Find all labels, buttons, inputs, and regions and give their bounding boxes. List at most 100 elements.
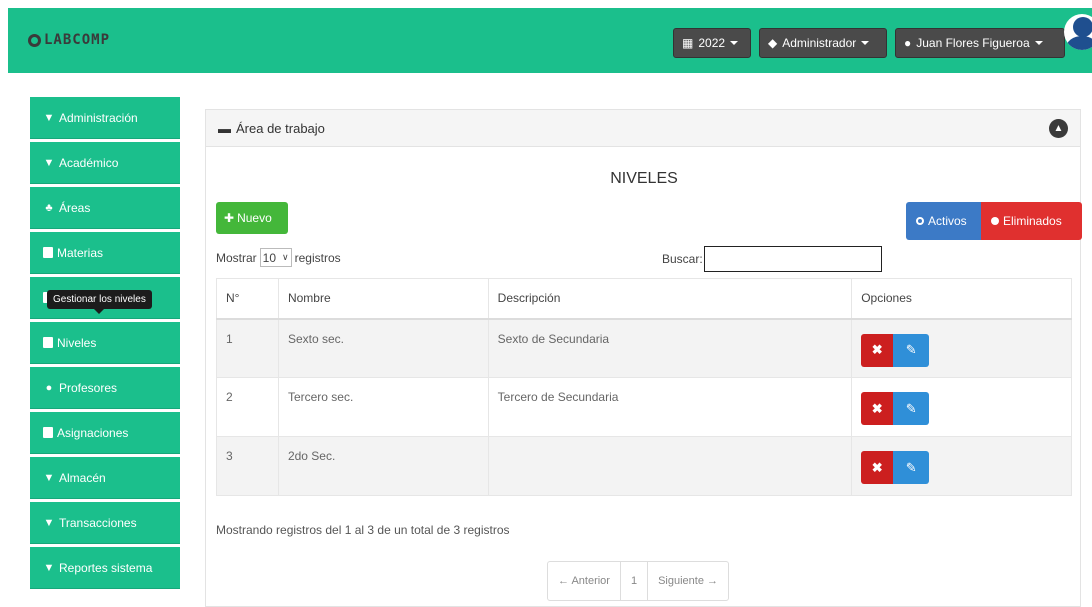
chevron-down-icon: ▼ — [43, 156, 55, 169]
eliminados-label: Eliminados — [1003, 214, 1062, 228]
role-dropdown[interactable]: ◆ Administrador — [759, 28, 887, 58]
sidebar-item-label: Transacciones — [59, 515, 137, 530]
caret-down-icon — [730, 41, 739, 45]
sidebar-item-almacen[interactable]: ▼ Almacén — [30, 457, 180, 499]
search-input[interactable] — [703, 246, 882, 272]
delete-button[interactable]: ✖ — [861, 392, 894, 425]
column-header-opciones[interactable]: Opciones — [851, 278, 1072, 320]
users-icon: ♣ — [45, 201, 53, 214]
close-icon: ✖ — [871, 459, 883, 475]
edit-button[interactable]: ✎ — [893, 333, 930, 367]
circle-outline-icon — [916, 217, 924, 225]
cell-n: 3 — [216, 436, 279, 496]
cell-n: 1 — [216, 318, 279, 378]
new-button[interactable]: ✚ Nuevo — [216, 202, 288, 234]
brand-name: LABCOMP — [44, 32, 111, 48]
sidebar-item-areas[interactable]: ♣ Áreas — [30, 187, 180, 229]
close-icon: ✖ — [871, 342, 883, 357]
chevron-down-icon: ∨ — [282, 252, 289, 262]
avatar-body — [1066, 36, 1092, 50]
bookmark-icon — [43, 337, 53, 348]
page-length-value: 10 — [262, 250, 277, 265]
cell-descripcion: Sexto de Secundaria — [487, 318, 853, 378]
sidebar-item-materias[interactable]: Materias — [30, 232, 180, 274]
edit-icon: ✎ — [905, 342, 917, 357]
page-number-button[interactable]: 1 — [621, 562, 649, 600]
column-header-descripcion[interactable]: Descripción — [487, 278, 853, 320]
column-header-n[interactable]: N° — [216, 278, 279, 320]
briefcase-icon: ▬ — [218, 120, 231, 136]
cell-descripcion — [487, 436, 853, 496]
sidebar-item-academico[interactable]: ▼ Académico — [30, 142, 180, 184]
cell-nombre: Tercero sec. — [277, 377, 489, 437]
chevron-down-icon: ▼ — [43, 111, 55, 124]
table-info: Mostrando registros del 1 al 3 de un tot… — [216, 523, 510, 537]
user-label: Juan Flores Figueroa — [916, 36, 1030, 50]
page-length-control: Mostrar 10 ∨ registros — [216, 248, 341, 267]
cell-nombre: Sexto sec. — [277, 318, 489, 378]
cell-descripcion: Tercero de Secundaria — [487, 377, 853, 437]
panel-title: Área de trabajo — [236, 120, 325, 136]
sidebar-item-label: Asignaciones — [57, 425, 129, 440]
table-header-row: N° Nombre Descripción Opciones — [216, 278, 1072, 320]
avatar-head — [1073, 17, 1092, 37]
book-icon — [43, 247, 53, 258]
delete-button[interactable]: ✖ — [861, 451, 894, 484]
sidebar-item-transacciones[interactable]: ▼ Transacciones — [30, 502, 180, 544]
circle-icon — [991, 217, 999, 225]
role-label: Administrador — [782, 36, 857, 50]
show-suffix: registros — [294, 250, 341, 265]
globe-icon — [28, 33, 41, 47]
search-control: Buscar: — [662, 246, 882, 272]
sidebar-item-profesores[interactable]: ● Profesores — [30, 367, 180, 409]
table-row: 1 Sexto sec. Sexto de Secundaria ✖ ✎ — [216, 318, 1072, 378]
avatar[interactable] — [1064, 14, 1092, 50]
chevron-up-icon: ▲ — [1053, 123, 1064, 134]
table-row: 2 Tercero sec. Tercero de Secundaria ✖ ✎ — [216, 377, 1072, 437]
sidebar: ▼ Administración ▼ Académico ♣ Áreas Materi… — [30, 97, 180, 592]
column-header-nombre[interactable]: Nombre — [277, 278, 489, 320]
sidebar-tooltip: Gestionar los niveles — [47, 290, 152, 314]
search-label: Buscar: — [662, 252, 703, 266]
sidebar-item-reportes[interactable]: ▼ Reportes sistema — [30, 547, 180, 589]
edit-icon: ✎ — [905, 459, 917, 475]
edit-button[interactable]: ✎ — [893, 451, 930, 484]
edit-button[interactable]: ✎ — [893, 392, 930, 425]
chevron-down-icon: ▼ — [43, 561, 55, 574]
filter-activos-button[interactable]: Activos — [906, 202, 981, 240]
sidebar-item-label: Niveles — [57, 335, 97, 350]
close-icon: ✖ — [871, 400, 883, 416]
page-length-select[interactable]: 10 ∨ — [259, 248, 292, 267]
cell-opciones: ✖ ✎ — [851, 377, 1072, 437]
chevron-down-icon: ▼ — [43, 471, 55, 484]
sidebar-item-label: Áreas — [59, 200, 91, 215]
edit-icon: ✎ — [905, 400, 917, 416]
year-label: 2022 — [698, 36, 726, 50]
calendar-icon — [43, 427, 53, 438]
brand-logo[interactable]: LABCOMP — [28, 32, 110, 48]
cell-n: 2 — [216, 377, 279, 437]
calendar-icon: ▦ — [682, 36, 694, 50]
table-row: 3 2do Sec. ✖ ✎ — [216, 436, 1072, 496]
sidebar-item-label: Administración — [59, 110, 138, 125]
sidebar-item-niveles[interactable]: Niveles — [30, 322, 180, 364]
user-icon: ● — [904, 36, 912, 50]
pagination: ← Anterior 1 Siguiente → — [547, 561, 730, 601]
year-dropdown[interactable]: ▦ 2022 — [673, 28, 751, 58]
filter-eliminados-button[interactable]: Eliminados — [981, 202, 1082, 240]
prev-page-button[interactable]: ← Anterior — [548, 562, 621, 600]
sidebar-item-asignaciones[interactable]: Asignaciones — [30, 412, 180, 454]
niveles-table: N° Nombre Descripción Opciones 1 Sexto s… — [216, 278, 1072, 496]
activos-label: Activos — [928, 214, 967, 228]
next-page-button[interactable]: Siguiente → — [648, 562, 728, 600]
delete-button[interactable]: ✖ — [861, 333, 894, 367]
plus-icon: ✚ — [224, 211, 235, 225]
top-navbar: LABCOMP ▦ 2022 ◆ Administrador ● Juan Fl… — [8, 8, 1092, 73]
user-dropdown[interactable]: ● Juan Flores Figueroa — [895, 28, 1065, 58]
sidebar-item-label: Académico — [59, 155, 119, 170]
collapse-button[interactable]: ▲ — [1049, 119, 1068, 138]
sidebar-item-label: Materias — [57, 245, 104, 260]
user-icon: ● — [45, 381, 53, 394]
workspace-panel: ▬ Área de trabajo ▲ NIVELES ✚ Nuevo Acti… — [205, 109, 1082, 607]
sidebar-item-administracion[interactable]: ▼ Administración — [30, 97, 180, 139]
